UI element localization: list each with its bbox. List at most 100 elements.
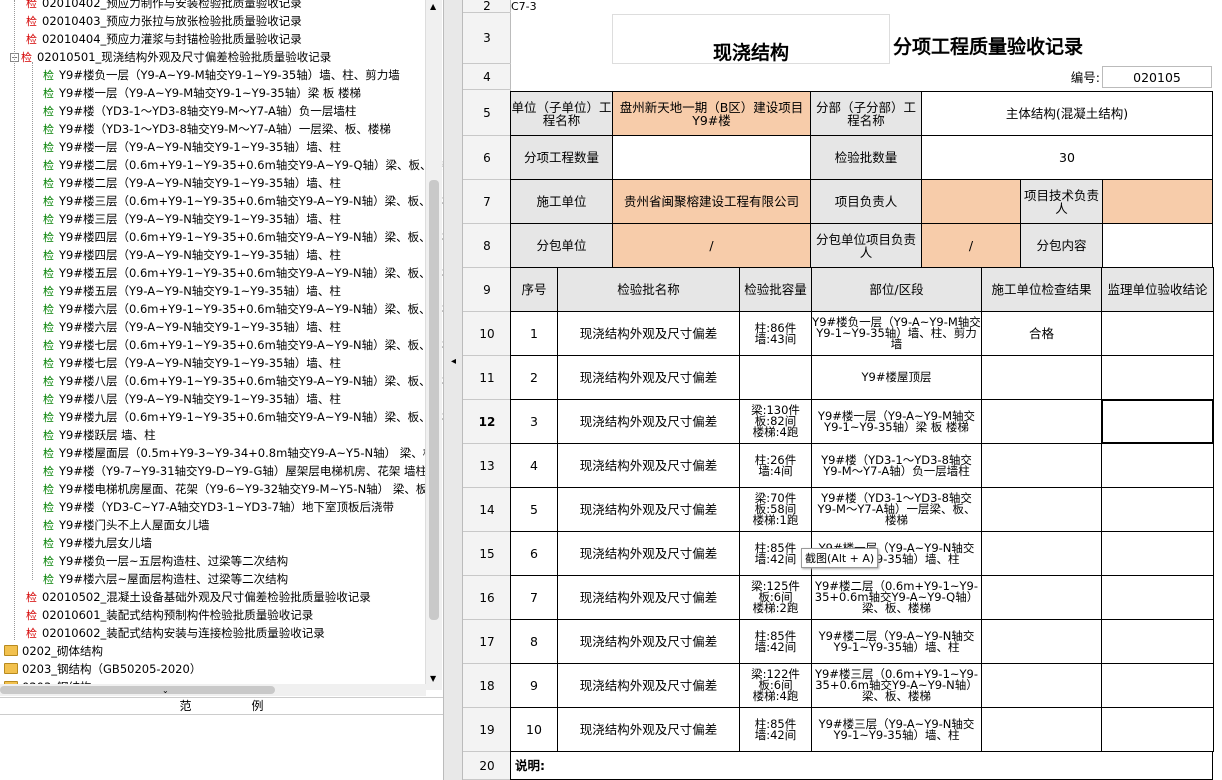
tree-item[interactable]: 检 Y9#楼屋面层（0.5m+Y9-3~Y9-34+0.8m轴交Y9-A~Y5-N… bbox=[43, 444, 443, 462]
row-seq[interactable]: 3 bbox=[510, 399, 558, 444]
row-seq[interactable]: 9 bbox=[510, 663, 558, 708]
tree-item[interactable]: 检 Y9#楼门头不上人屋面女儿墙 bbox=[43, 516, 209, 534]
column-header[interactable]: 检验批容量 bbox=[739, 267, 812, 312]
row-supervisor-conclusion[interactable] bbox=[1101, 707, 1214, 752]
tree-item[interactable]: 检 Y9#楼（YD3-1～YD3-8轴交Y9-M～Y7-A轴）一层梁、板、楼梯 bbox=[43, 120, 391, 138]
row-number[interactable]: 15 bbox=[463, 532, 511, 576]
legend-tab[interactable]: 范例 bbox=[0, 697, 443, 715]
row-batch-name[interactable]: 现浇结构外观及尺寸偏差 bbox=[557, 575, 740, 620]
row-location[interactable]: Y9#楼一层（Y9-A~Y9-M轴交Y9-1~Y9-35轴）梁 板 楼梯 bbox=[811, 399, 982, 444]
row-contractor-result[interactable] bbox=[981, 575, 1102, 620]
row-contractor-result[interactable] bbox=[981, 399, 1102, 444]
row-location[interactable]: Y9#楼三层（0.6m+Y9-1~Y9-35+0.6m轴交Y9-A~Y9-N轴）… bbox=[811, 663, 982, 708]
tree-item[interactable]: 检 Y9#楼（YD3-1～YD3-8轴交Y9-M～Y7-A轴）负一层墙柱 bbox=[43, 102, 356, 120]
row-contractor-result[interactable] bbox=[981, 663, 1102, 708]
row-number[interactable]: 14 bbox=[463, 488, 511, 532]
sub-pm-value[interactable]: / bbox=[921, 223, 1021, 268]
title-left[interactable]: 现浇结构 bbox=[612, 14, 890, 64]
tree-item[interactable]: 检 Y9#楼三层（Y9-A~Y9-N轴交Y9-1~Y9-35轴）墙、柱 bbox=[43, 210, 341, 228]
column-header[interactable]: 监理单位验收结论 bbox=[1101, 267, 1214, 312]
tree-item[interactable]: 检 02010402_预应力制作与安装检验批质量验收记录 bbox=[26, 0, 302, 12]
row-supervisor-conclusion[interactable] bbox=[1101, 487, 1214, 532]
title-right[interactable]: 分项工程质量验收记录 bbox=[893, 30, 1123, 64]
tree-item[interactable]: 检 Y9#楼负一层（Y9-A~Y9-M轴交Y9-1~Y9-35轴）墙、柱、剪力墙 bbox=[43, 66, 400, 84]
row-batch-name[interactable]: 现浇结构外观及尺寸偏差 bbox=[557, 443, 740, 488]
tree-item[interactable]: 检 Y9#楼六层（0.6m+Y9-1~Y9-35+0.6m轴交Y9-A~Y9-N轴… bbox=[43, 300, 443, 318]
row-batch-name[interactable]: 现浇结构外观及尺寸偏差 bbox=[557, 487, 740, 532]
subcontractor-value[interactable]: / bbox=[612, 223, 811, 268]
column-header[interactable]: 施工单位检查结果 bbox=[981, 267, 1102, 312]
unit-name-label[interactable]: 单位（子单位）工程名称 bbox=[510, 91, 613, 136]
row-batch-name[interactable]: 现浇结构外观及尺寸偏差 bbox=[557, 707, 740, 752]
row-capacity[interactable]: 梁:130件 板:82间 楼梯:4跑 bbox=[739, 399, 812, 444]
project-manager-value[interactable] bbox=[921, 179, 1021, 224]
subpart-name-label[interactable]: 分部（子分部）工程名称 bbox=[810, 91, 922, 136]
row-number[interactable]: 18 bbox=[463, 664, 511, 708]
column-header[interactable]: 检验批名称 bbox=[557, 267, 740, 312]
scroll-thumb[interactable] bbox=[429, 180, 439, 620]
tree-item[interactable]: 检 Y9#楼九层（0.6m+Y9-1~Y9-35+0.6m轴交Y9-A~Y9-N轴… bbox=[43, 408, 443, 426]
row-location[interactable]: Y9#楼二层（0.6m+Y9-1~Y9-35+0.6m轴交Y9-A~Y9-Q轴）… bbox=[811, 575, 982, 620]
tree-item[interactable]: 检 Y9#楼七层（Y9-A~Y9-N轴交Y9-1~Y9-35轴）墙、柱 bbox=[43, 354, 341, 372]
row-number[interactable]: 13 bbox=[463, 444, 511, 488]
row-number[interactable]: 2 bbox=[463, 0, 511, 13]
tree-item[interactable]: 检 Y9#楼七层（0.6m+Y9-1~Y9-35+0.6m轴交Y9-A~Y9-N轴… bbox=[43, 336, 443, 354]
tree-item[interactable]: 检 Y9#楼五层（Y9-A~Y9-N轴交Y9-1~Y9-35轴）墙、柱 bbox=[43, 282, 341, 300]
tree-item[interactable]: 检 Y9#楼五层（0.6m+Y9-1~Y9-35+0.6m轴交Y9-A~Y9-N轴… bbox=[43, 264, 443, 282]
row-seq[interactable]: 4 bbox=[510, 443, 558, 488]
tree-item[interactable]: 检 Y9#楼六层~屋面层构造柱、过梁等二次结构 bbox=[43, 570, 288, 588]
batch-count-label[interactable]: 检验批数量 bbox=[810, 135, 922, 180]
row-number[interactable]: 12 bbox=[463, 400, 511, 444]
row-seq[interactable]: 5 bbox=[510, 487, 558, 532]
row-number[interactable]: 10 bbox=[463, 312, 511, 356]
batch-count-value[interactable]: 30 bbox=[921, 135, 1213, 180]
tree-item[interactable]: 检 Y9#楼三层（0.6m+Y9-1~Y9-35+0.6m轴交Y9-A~Y9-N轴… bbox=[43, 192, 443, 210]
tree-item[interactable]: 检 02010403_预应力张拉与放张检验批质量验收记录 bbox=[26, 12, 302, 30]
row-contractor-result[interactable] bbox=[981, 355, 1102, 400]
row-contractor-result[interactable] bbox=[981, 531, 1102, 576]
tree-item[interactable]: 检 Y9#楼八层（Y9-A~Y9-N轴交Y9-1~Y9-35轴）墙、柱 bbox=[43, 390, 341, 408]
row-seq[interactable]: 6 bbox=[510, 531, 558, 576]
tree-folder-item[interactable]: 0203_钢结构（GB50205-2020） bbox=[4, 660, 201, 678]
row-capacity[interactable] bbox=[739, 355, 812, 400]
tree-vertical-scrollbar[interactable]: ▲ ▼ bbox=[425, 0, 442, 690]
column-header[interactable]: 序号 bbox=[510, 267, 558, 312]
row-seq[interactable]: 1 bbox=[510, 311, 558, 356]
contractor-label[interactable]: 施工单位 bbox=[510, 179, 613, 224]
row-supervisor-conclusion[interactable] bbox=[1101, 619, 1214, 664]
row-number[interactable]: 4 bbox=[463, 64, 511, 90]
tree-item[interactable]: 检 Y9#楼六层（Y9-A~Y9-N轴交Y9-1~Y9-35轴）墙、柱 bbox=[43, 318, 341, 336]
project-manager-label[interactable]: 项目负责人 bbox=[810, 179, 922, 224]
collapse-arrow-icon[interactable]: ◂ bbox=[451, 356, 456, 367]
tree-item[interactable]: 检 Y9#楼一层（Y9-A~Y9-M轴交Y9-1~Y9-35轴）梁 板 楼梯 bbox=[43, 84, 361, 102]
row-capacity[interactable]: 柱:85件 墙:42间 bbox=[739, 619, 812, 664]
tree-item[interactable]: 检 Y9#楼负一层~五层构造柱、过梁等二次结构 bbox=[43, 552, 288, 570]
tree-item[interactable]: 检 Y9#楼（Y9-7~Y9-31轴交Y9-D~Y9-G轴）屋架层电梯机房、花架 … bbox=[43, 462, 427, 480]
serial-value[interactable]: 020105 bbox=[1102, 66, 1212, 88]
row-batch-name[interactable]: 现浇结构外观及尺寸偏差 bbox=[557, 663, 740, 708]
tree-item[interactable]: 检 Y9#楼九层女儿墙 bbox=[43, 534, 152, 552]
row-location[interactable]: Y9#楼（YD3-1～YD3-8轴交Y9-M～Y7-A轴）负一层墙柱 bbox=[811, 443, 982, 488]
scroll-up-arrow-icon[interactable]: ▲ bbox=[430, 2, 436, 11]
row-number[interactable]: 20 bbox=[463, 752, 511, 780]
row-number[interactable]: 11 bbox=[463, 356, 511, 400]
row-supervisor-conclusion[interactable] bbox=[1101, 663, 1214, 708]
tree-item[interactable]: 检 Y9#楼跃层 墙、柱 bbox=[43, 426, 156, 444]
subcontractor-label[interactable]: 分包单位 bbox=[510, 223, 613, 268]
item-count-label[interactable]: 分项工程数量 bbox=[510, 135, 613, 180]
row-number[interactable]: 19 bbox=[463, 708, 511, 752]
item-count-value[interactable] bbox=[612, 135, 811, 180]
tree-item[interactable]: − 检 02010501_现浇结构外观及尺寸偏差检验批质量验收记录 bbox=[10, 48, 331, 66]
row-number[interactable]: 16 bbox=[463, 576, 511, 620]
tree-item[interactable]: 检 Y9#楼二层（0.6m+Y9-1~Y9-35+0.6m轴交Y9-A~Y9-Q轴… bbox=[43, 156, 443, 174]
row-capacity[interactable]: 梁:122件 板:6间 楼梯:4跑 bbox=[739, 663, 812, 708]
row-batch-name[interactable]: 现浇结构外观及尺寸偏差 bbox=[557, 619, 740, 664]
row-contractor-result[interactable] bbox=[981, 707, 1102, 752]
tree-item[interactable]: 检 02010404_预应力灌浆与封锚检验批质量验收记录 bbox=[26, 30, 302, 48]
scroll-down-arrow-icon[interactable]: ▼ bbox=[430, 674, 436, 683]
row-seq[interactable]: 8 bbox=[510, 619, 558, 664]
sub-content-label[interactable]: 分包内容 bbox=[1020, 223, 1103, 268]
row-supervisor-conclusion[interactable] bbox=[1101, 443, 1214, 488]
row-contractor-result[interactable] bbox=[981, 619, 1102, 664]
row-batch-name[interactable]: 现浇结构外观及尺寸偏差 bbox=[557, 399, 740, 444]
